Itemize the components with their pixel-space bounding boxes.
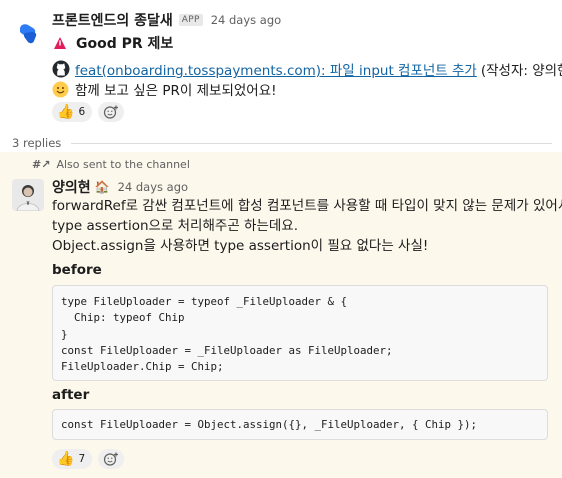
reaction-count: 6	[78, 106, 86, 118]
reply-line: forwardRef로 감싼 컴포넌트에 합성 컴포넌트를 사용할 때 타입이 …	[52, 198, 562, 214]
thumbs-up-icon: 👍	[57, 451, 75, 467]
reply-header: 양의현 🏠 24 days ago	[52, 177, 188, 197]
code-line: }	[61, 327, 68, 341]
pr-author: (작성자: 양의현)	[480, 63, 562, 79]
channel-share-icon: #↗	[32, 158, 51, 171]
timestamp[interactable]: 24 days ago	[118, 180, 188, 194]
add-reaction-button[interactable]	[98, 449, 125, 469]
pr-line: feat(onboarding.tosspayments.com): 파일 in…	[52, 59, 562, 79]
smile-emoji-icon	[52, 81, 69, 97]
github-icon	[52, 60, 70, 78]
reply-line: Object.assign을 사용하면 type assertion이 필요 없…	[52, 238, 429, 254]
reply-line: type assertion으로 처리해주곤 하는데요.	[52, 218, 298, 234]
sender-name[interactable]: 양의현	[52, 177, 91, 197]
before-label: before	[52, 262, 102, 278]
reaction-count: 7	[78, 453, 86, 465]
code-line: type FileUploader = typeof _FileUploader…	[61, 295, 348, 308]
sender-name[interactable]: 프론트엔드의 종달새	[52, 10, 173, 30]
code-line: const FileUploader = _FileUploader as Fi…	[61, 343, 393, 357]
replies-count: 3 replies	[12, 136, 62, 150]
divider-line	[71, 142, 552, 144]
bot-logo-icon[interactable]	[16, 20, 42, 46]
before-code-block: type FileUploader = typeof _FileUploader…	[52, 285, 548, 381]
timestamp[interactable]: 24 days ago	[211, 13, 281, 27]
slack-thread-view: 프론트엔드의 종달새 APP 24 days ago Good PR 제보 fe…	[0, 0, 562, 478]
after-label: after	[52, 387, 90, 403]
message-header: 프론트엔드의 종달새 APP 24 days ago	[52, 11, 281, 29]
code-line: FileUploader.Chip = Chip;	[61, 360, 224, 374]
status-emoji: 🏠	[94, 180, 110, 194]
pr-link[interactable]: feat(onboarding.tosspayments.com): 파일 in…	[75, 59, 477, 79]
reactions-bar: 👍 7	[52, 449, 125, 469]
reply-text: forwardRef로 감싼 컴포넌트에 합성 컴포넌트를 사용할 때 타입이 …	[52, 196, 562, 256]
replies-divider: 3 replies	[12, 136, 552, 150]
parent-message: 프론트엔드의 종달새 APP 24 days ago Good PR 제보 fe…	[0, 0, 562, 132]
also-sent-note: #↗ Also sent to the channel	[32, 158, 190, 171]
add-reaction-icon	[104, 452, 119, 466]
message-title-line: Good PR 제보	[52, 33, 173, 53]
add-reaction-icon	[104, 105, 119, 119]
avatar[interactable]	[12, 179, 44, 211]
thumbs-up-icon: 👍	[57, 104, 75, 120]
also-sent-text: Also sent to the channel	[56, 158, 190, 171]
app-badge: APP	[178, 14, 203, 26]
message-text-line: 함께 보고 싶은 PR이 제보되었어요!	[52, 79, 277, 99]
alert-icon	[54, 37, 66, 49]
message-text: 함께 보고 싶은 PR이 제보되었어요!	[75, 83, 277, 99]
code-line: Chip: typeof Chip	[61, 311, 185, 325]
thumbs-up-reaction[interactable]: 👍 6	[52, 102, 93, 122]
user-photo-icon	[12, 179, 44, 211]
add-reaction-button[interactable]	[98, 102, 125, 122]
reactions-bar: 👍 6	[52, 102, 125, 122]
thumbs-up-reaction[interactable]: 👍 7	[52, 449, 93, 469]
after-code-block: const FileUploader = Object.assign({}, _…	[52, 409, 548, 440]
message-title: Good PR 제보	[76, 36, 174, 52]
